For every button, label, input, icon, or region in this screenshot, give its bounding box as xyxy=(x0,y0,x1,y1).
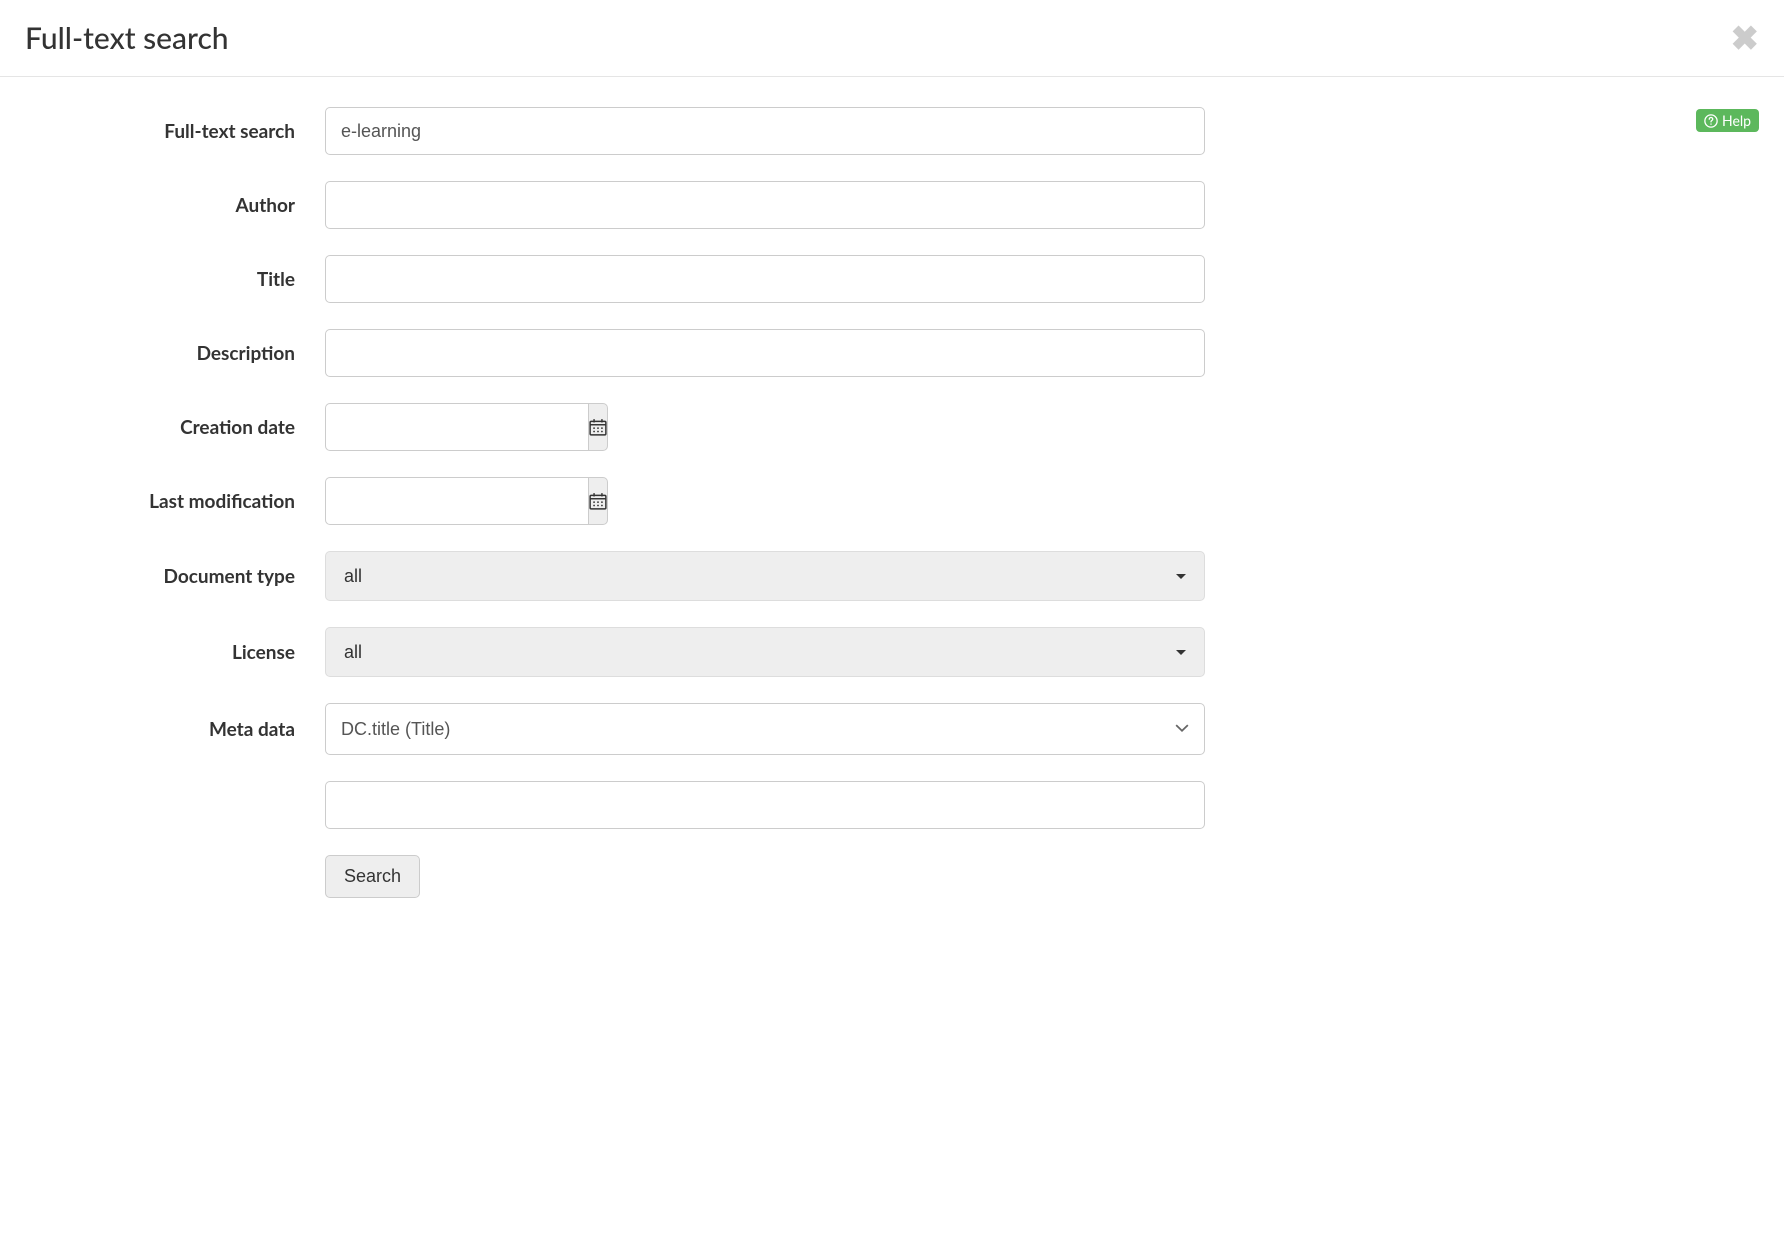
calendar-icon xyxy=(589,418,607,436)
creation-date-label: Creation date xyxy=(25,416,325,439)
creation-date-input[interactable] xyxy=(325,403,588,451)
author-label: Author xyxy=(25,194,325,217)
last-modification-input[interactable] xyxy=(325,477,588,525)
help-label: Help xyxy=(1722,112,1751,129)
metadata-label: Meta data xyxy=(25,718,325,741)
title-input[interactable] xyxy=(325,255,1205,303)
fulltext-label: Full-text search xyxy=(25,120,325,143)
license-label: License xyxy=(25,641,325,664)
modal-title: Full-text search xyxy=(25,20,229,56)
last-modification-label: Last modification xyxy=(25,490,325,513)
license-dropdown[interactable]: all xyxy=(325,627,1205,677)
metadata-select[interactable]: DC.title (Title) xyxy=(325,703,1205,755)
license-selected: all xyxy=(344,642,362,663)
search-button[interactable]: Search xyxy=(325,855,420,898)
help-button[interactable]: Help xyxy=(1696,109,1759,132)
fulltext-input[interactable] xyxy=(325,107,1205,155)
title-label: Title xyxy=(25,268,325,291)
caret-down-icon xyxy=(1176,574,1186,579)
document-type-label: Document type xyxy=(25,565,325,588)
author-input[interactable] xyxy=(325,181,1205,229)
last-modification-picker-button[interactable] xyxy=(588,477,608,525)
description-input[interactable] xyxy=(325,329,1205,377)
caret-down-icon xyxy=(1176,650,1186,655)
description-label: Description xyxy=(25,342,325,365)
document-type-selected: all xyxy=(344,566,362,587)
help-icon xyxy=(1704,114,1718,128)
metadata-value-input[interactable] xyxy=(325,781,1205,829)
document-type-dropdown[interactable]: all xyxy=(325,551,1205,601)
calendar-icon xyxy=(589,492,607,510)
close-icon[interactable]: ✖ xyxy=(1731,21,1760,55)
creation-date-picker-button[interactable] xyxy=(588,403,608,451)
